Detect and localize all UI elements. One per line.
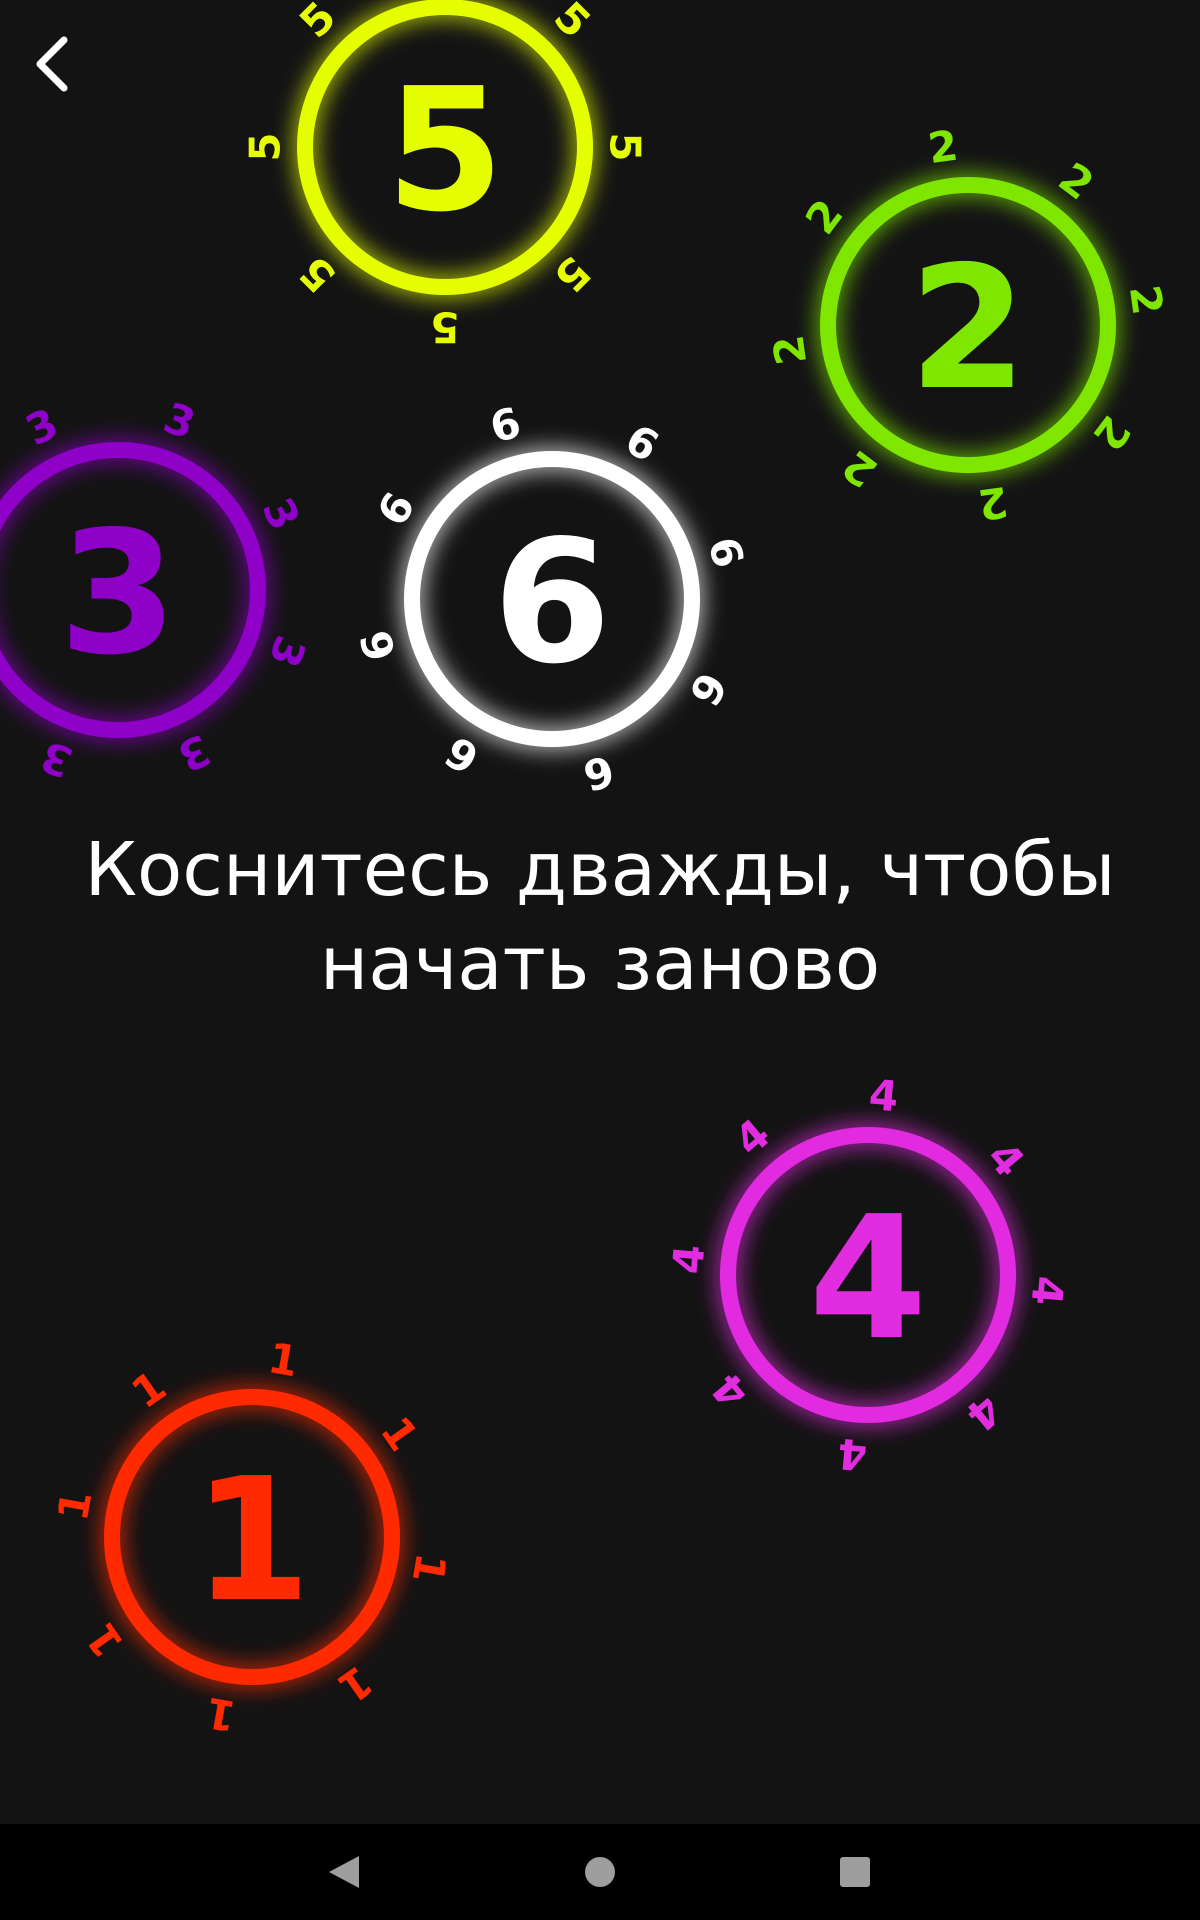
touch-circle-satellite: 3 [18, 399, 65, 456]
touch-circle-2[interactable]: 222222222 [764, 121, 1173, 530]
touch-circle-satellite: 6 [368, 484, 425, 534]
circle-home-icon [585, 1857, 615, 1887]
restart-instruction: Коснитесь дважды, чтобы начать заново [0, 823, 1200, 1011]
touch-circle-satellite: 5 [241, 132, 290, 161]
touch-circle-satellite: 2 [1083, 407, 1140, 460]
touch-circle-satellite: 4 [978, 1132, 1034, 1186]
back-button[interactable] [20, 26, 90, 102]
touch-circle-number: 1 [193, 1442, 311, 1640]
touch-circle-satellite: 5 [290, 0, 345, 47]
touch-circle-number: 5 [386, 52, 504, 250]
touch-circle-number: 2 [909, 230, 1027, 428]
touch-circle-satellite: 1 [76, 1614, 133, 1666]
touch-circle-satellite: 6 [578, 745, 619, 800]
nav-back-button[interactable] [315, 1842, 375, 1902]
touch-circle-satellite: 3 [157, 393, 201, 449]
touch-circle-satellite: 5 [601, 132, 650, 161]
touch-circle-number: 3 [59, 495, 177, 693]
touch-circle-4[interactable]: 444444444 [663, 1070, 1073, 1480]
touch-circle-6[interactable]: 66 6666666 [351, 398, 754, 801]
touch-circle-satellite: 5 [545, 247, 600, 302]
touch-circle-satellite: 6 [617, 415, 667, 472]
touch-circle-satellite: 2 [833, 440, 886, 497]
chevron-left-icon [36, 36, 68, 92]
touch-circle-3[interactable]: 333333333 [0, 393, 315, 787]
touch-circle-satellite: 1 [123, 1361, 175, 1418]
touch-circle-satellite: 5 [545, 0, 600, 47]
touch-circle-satellite: 5 [430, 303, 459, 352]
touch-circle-satellite: 1 [371, 1408, 428, 1460]
touch-circle-1[interactable]: 111111111 [48, 1333, 456, 1741]
instruction-line-2: начать заново [319, 921, 881, 1007]
touch-circle-satellite: 6 [698, 532, 753, 573]
touch-circle-satellite: 2 [1050, 153, 1103, 210]
touch-circle-satellite: 4 [702, 1364, 758, 1418]
game-screen[interactable]: 5555555552222222223333333336666666664444… [0, 0, 1200, 1920]
touch-circle-satellite: 5 [290, 247, 345, 302]
touch-circle-number: 6 [493, 504, 611, 702]
touch-circle-satellite: 2 [764, 332, 817, 368]
touch-circle-satellite: 4 [836, 1429, 869, 1480]
touch-circle-satellite: 1 [403, 1550, 456, 1587]
touch-circle-satellite: 4 [957, 1385, 1011, 1441]
square-recents-icon [840, 1857, 870, 1887]
touch-circle-satellite: 6 [485, 398, 526, 453]
triangle-back-icon [329, 1856, 359, 1888]
touch-circle-satellite: 2 [1120, 282, 1173, 318]
touch-circle-satellite: 6 [679, 664, 736, 714]
touch-circle-satellite: 2 [796, 190, 853, 243]
system-nav-bar [0, 1824, 1200, 1920]
touch-circle-satellite: 4 [867, 1070, 900, 1121]
touch-circle-satellite: 4 [663, 1243, 714, 1276]
touch-circle-satellite: 1 [265, 1333, 302, 1386]
touch-circle-satellite: 1 [329, 1656, 381, 1713]
nav-recents-button[interactable] [825, 1842, 885, 1902]
touch-circle-satellite: 3 [259, 629, 315, 673]
touch-circle-number: 4 [809, 1180, 927, 1378]
touch-circle-5[interactable]: 555555555 [241, 0, 650, 352]
touch-circle-satellite: 2 [975, 477, 1011, 530]
nav-home-button[interactable] [570, 1842, 630, 1902]
touch-circle-satellite: 1 [48, 1487, 101, 1524]
touch-circle-satellite: 3 [34, 731, 78, 787]
instruction-line-1: Коснитесь дважды, чтобы [84, 827, 1116, 913]
touch-circle-satellite: 3 [170, 725, 217, 782]
touch-circle-satellite: 1 [202, 1688, 239, 1741]
touch-circle-satellite: 4 [725, 1109, 779, 1165]
touch-circle-satellite: 2 [925, 121, 961, 174]
touch-circle-satellite: 3 [253, 490, 310, 537]
touch-circle-satellite: 4 [1022, 1274, 1073, 1307]
touch-circle-satellite: 6 [437, 726, 487, 783]
touch-circle-satellite: 6 [351, 625, 406, 666]
